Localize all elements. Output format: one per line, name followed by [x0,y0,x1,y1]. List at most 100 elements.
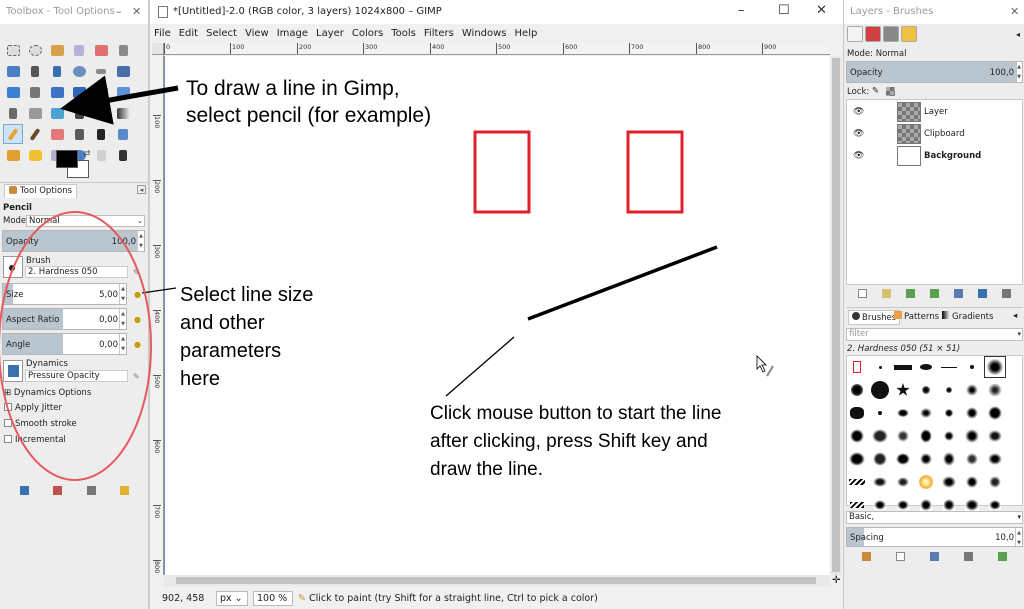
brush-spacing-slider[interactable]: Spacing 10,0 ▲ ▼ [846,527,1023,547]
fuzzy-select-tool-icon[interactable] [69,40,89,60]
brush-thumb[interactable] [846,356,868,378]
zoom-tool-icon[interactable] [69,61,89,81]
mode-dropdown[interactable]: Normal ⌄ [26,215,145,227]
delete-options-icon[interactable] [86,486,96,495]
warp-tool-icon[interactable] [47,103,67,123]
foreground-color-swatch[interactable] [56,150,78,168]
brush-thumb[interactable] [915,471,937,493]
brush-thumb[interactable] [846,402,868,424]
brush-thumb[interactable] [984,402,1006,424]
brush-preview[interactable] [3,256,23,278]
duplicate-layer-icon[interactable] [954,289,964,298]
dodge-burn-tool-icon[interactable] [113,145,133,165]
airbrush-tool-icon[interactable] [69,124,89,144]
clone-tool-icon[interactable] [3,145,23,165]
menu-file[interactable]: File [154,26,171,42]
tab-menu-icon[interactable]: ◂ [137,185,146,194]
layer-row-layer[interactable]: 👁 Layer [846,101,1023,123]
brush-thumb[interactable] [961,402,983,424]
tab-gradients[interactable]: Gradients [942,311,993,322]
brush-filter-input[interactable]: filter ▾ [846,328,1023,341]
measure-tool-icon[interactable] [91,61,111,81]
spacing-spinner[interactable]: ▲ ▼ [1015,528,1022,546]
flip-tool-icon[interactable] [3,103,23,123]
horizontal-ruler[interactable]: 0 100 200 300 400 500 600 700 800 900 [164,43,830,55]
menu-view[interactable]: View [245,26,269,42]
brush-thumb[interactable] [938,448,960,470]
close-icon[interactable]: ✕ [132,0,141,24]
brush-thumb[interactable] [961,356,983,378]
navigate-icon[interactable]: ✛ [832,575,840,586]
vertical-scrollbar[interactable] [830,56,842,575]
reset-options-icon[interactable] [119,486,129,495]
scale-tool-icon[interactable] [69,82,89,102]
tab-patterns[interactable]: Patterns [894,311,939,322]
anchor-layer-icon[interactable] [978,289,988,298]
gradient-tool-icon[interactable] [113,103,133,123]
incremental-checkbox[interactable]: Incremental [4,435,66,445]
menu-edit[interactable]: Edit [179,26,198,42]
tab-menu-icon[interactable]: ◂ [1013,311,1017,321]
brush-thumb[interactable] [892,471,914,493]
brush-thumb[interactable] [915,425,937,447]
brush-thumb[interactable] [984,425,1006,447]
reset-size-icon[interactable]: ● [134,290,143,299]
brush-thumb[interactable] [869,402,891,424]
brush-thumb[interactable] [938,379,960,401]
mypaint-brush-tool-icon[interactable] [113,124,133,144]
ruler-corner[interactable] [152,43,164,55]
brush-thumb[interactable] [938,425,960,447]
layer-opacity-slider[interactable]: Opacity 100,0 ▲ ▼ [846,61,1023,83]
dynamics-options-expander[interactable]: ⊞ Dynamics Options [4,388,91,398]
brush-thumb[interactable] [961,425,983,447]
angle-spinner[interactable]: ▲ ▼ [119,334,126,354]
brush-thumb[interactable] [984,471,1006,493]
brush-thumb[interactable] [915,448,937,470]
opacity-spinner[interactable]: ▲ ▼ [137,231,144,251]
scissors-tool-icon[interactable] [113,40,133,60]
brush-thumb[interactable] [892,379,914,401]
brush-thumb[interactable] [846,425,868,447]
bucket-fill-tool-icon[interactable] [91,103,111,123]
ellipse-select-tool-icon[interactable] [25,40,45,60]
menu-layer[interactable]: Layer [316,26,344,42]
visibility-eye-icon[interactable]: 👁 [853,129,864,139]
lower-layer-icon[interactable] [929,289,939,298]
menu-windows[interactable]: Windows [462,26,507,42]
scroll-thumb[interactable] [176,577,816,584]
edit-brush-icon[interactable]: ✎ [133,268,142,277]
tab-menu-icon[interactable]: ◂ [1016,30,1020,39]
brush-thumb[interactable] [846,471,868,493]
restore-options-icon[interactable] [53,486,63,495]
smudge-tool-icon[interactable] [91,145,111,165]
brush-thumb[interactable] [961,448,983,470]
delete-brush-icon[interactable] [963,552,973,561]
brush-thumb[interactable] [869,379,891,401]
brush-thumb[interactable] [938,471,960,493]
vertical-ruler[interactable]: 100 200 300 400 500 600 700 800 [152,55,164,575]
minimize-icon[interactable]: – [116,0,122,24]
aspect-spinner[interactable]: ▲ ▼ [119,309,126,329]
brush-thumb[interactable] [915,402,937,424]
brush-thumb[interactable] [961,471,983,493]
opacity-spinner[interactable]: ▲ ▼ [1015,62,1022,82]
brush-thumb[interactable] [869,425,891,447]
fg-bg-colors[interactable]: ⇄ [56,149,92,180]
brush-thumb[interactable] [915,356,937,378]
smooth-stroke-checkbox[interactable]: Smooth stroke [4,419,77,429]
close-icon[interactable]: ✕ [816,3,827,18]
undo-tab-icon[interactable] [901,26,917,42]
color-select-tool-icon[interactable] [91,40,111,60]
lock-pixels-icon[interactable]: ✎ [872,86,879,96]
channels-tab-icon[interactable] [865,26,881,42]
brush-thumb[interactable] [892,448,914,470]
brush-thumb[interactable] [915,379,937,401]
visibility-eye-icon[interactable]: 👁 [853,151,864,161]
brush-thumb[interactable] [984,379,1006,401]
size-spinner[interactable]: ▲ ▼ [119,284,126,304]
shear-tool-icon[interactable] [91,82,111,102]
brush-thumb[interactable] [961,379,983,401]
brush-thumb[interactable] [869,448,891,470]
brush-thumb[interactable] [915,494,937,516]
heal-tool-icon[interactable] [25,145,45,165]
